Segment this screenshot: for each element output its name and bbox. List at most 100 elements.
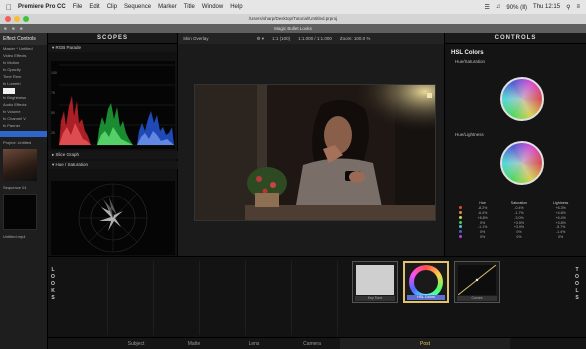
tool-preview	[356, 265, 394, 295]
plugin-title: Magic Bullet Looks	[274, 26, 312, 31]
zoom-button[interactable]	[23, 16, 29, 22]
menu-bar:  Premiere Pro CC File Edit Clip Sequenc…	[0, 0, 586, 14]
hsl-section-title: HSL Colors	[451, 50, 484, 56]
color-dot	[458, 225, 462, 229]
curves-icon	[458, 265, 496, 295]
overlay-mode[interactable]: Skin Overlay	[183, 33, 209, 44]
looks-drawer-tab[interactable]: LOOKS	[50, 267, 56, 302]
sat-value[interactable]: 0%	[498, 234, 541, 239]
battery-status[interactable]: 90% (Ⅱ)	[506, 4, 527, 11]
tool-slot[interactable]	[200, 261, 246, 335]
tab-subject[interactable]: Subject	[108, 338, 164, 349]
color-dot	[458, 230, 462, 234]
effect-row[interactable]: fx Opacity	[0, 66, 47, 73]
lamp	[427, 93, 432, 98]
hsl-colors-tool[interactable]: HSL Colors	[403, 261, 449, 303]
wheel-label-1: Hue/Saturation	[455, 59, 486, 64]
list-icon[interactable]: ≡	[576, 4, 580, 10]
table-row[interactable]: 0% 0% 0%	[453, 234, 581, 239]
wheel-label-2: Hue/Lightness	[455, 132, 484, 137]
clock[interactable]: Thu 12:15	[533, 4, 560, 10]
tool-card-label: HSL Colors	[407, 295, 445, 300]
controls-title: CONTROLS	[445, 33, 586, 44]
menu-edit[interactable]: Edit	[89, 4, 99, 10]
hue-value[interactable]: 0%	[468, 234, 498, 239]
menu-status: ☰ ♫ 90% (Ⅱ) Thu 12:15 ⚲ ≡	[485, 0, 580, 14]
hue-sat-label: Hue / Saturation	[55, 162, 89, 167]
app-name[interactable]: Premiere Pro CC	[18, 4, 66, 10]
viewer-zoom[interactable]: Zoom: 100.0 %	[340, 33, 371, 44]
menu-help[interactable]: Help	[230, 4, 242, 10]
color-dot	[458, 234, 462, 238]
menu-title[interactable]: Title	[184, 4, 195, 10]
rgb-parade-scope: 100 75 50 25	[51, 61, 175, 149]
viewer-info-1: 1:1 (100)	[272, 36, 291, 41]
tool-slot[interactable]	[108, 261, 154, 335]
hue-lightness-wheel[interactable]	[500, 141, 544, 185]
tool-category-tabs: Subject Matte Lens Camera Post	[48, 337, 586, 349]
window-title-bar: /Users/sharp/Desktop/Tutorial/Untitled.p…	[0, 14, 586, 24]
effect-row[interactable]: fx Brightness	[0, 94, 47, 101]
apple-icon[interactable]: 	[6, 3, 12, 12]
menu-window[interactable]: Window	[202, 4, 223, 10]
light-value[interactable]: 0%	[540, 234, 581, 239]
hue-saturation-wheel[interactable]	[500, 77, 544, 121]
curves-tool[interactable]: Curves	[454, 261, 500, 303]
media-label: Sequence 01	[3, 185, 27, 190]
scopes-panel: SCOPES ▾ RGB Parade 100 75 50 25 ▸ Slice…	[48, 33, 178, 256]
wifi-icon[interactable]: ☰	[485, 4, 490, 11]
toolbar-icons[interactable]: ■ ■ ■	[4, 24, 25, 33]
effect-row[interactable]: fx Volume	[0, 108, 47, 115]
search-icon[interactable]: ⚲	[566, 4, 570, 11]
slice-graph-header[interactable]: ▸ Slice Graph	[48, 151, 178, 159]
tool-card-label: Key Tone	[355, 296, 395, 301]
menu-file[interactable]: File	[73, 4, 83, 10]
video-frame[interactable]	[194, 84, 436, 221]
media-thumbnail-2[interactable]	[3, 194, 37, 230]
hsl-values-table: Hue Saturation Lightness -8.2% -0.4% +6.3%…	[453, 201, 581, 239]
tab-lens[interactable]: Lens	[224, 338, 284, 349]
vectorscope	[51, 181, 175, 255]
minimize-button[interactable]	[14, 16, 20, 22]
effect-row[interactable]: Time Rem	[0, 73, 47, 80]
tools-drawer-tab[interactable]: TOOLS	[574, 267, 580, 302]
hue-sat-header[interactable]: ▾ Hue / Saturation	[48, 161, 178, 169]
volume-icon[interactable]: ♫	[496, 4, 501, 10]
controls-panel: CONTROLS HSL Colors Hue/Saturation Hue/L…	[444, 33, 586, 256]
menu-clip[interactable]: Clip	[107, 4, 117, 10]
tool-chain-strip: LOOKS TOOLS Key Tone HSL Colors Curves S…	[48, 256, 586, 349]
tool-slot[interactable]	[62, 261, 108, 335]
settings-gear-icon[interactable]: ⚙ ▾	[257, 33, 265, 44]
rgb-parade-header[interactable]: ▾ RGB Parade	[48, 44, 177, 52]
menu-sequence[interactable]: Sequence	[124, 4, 151, 10]
effect-row[interactable]: Master * Untitled	[0, 45, 47, 52]
media-label-2: Untitled.mp4	[3, 234, 26, 239]
project-label[interactable]: Project: Untitled	[0, 139, 47, 146]
tab-post[interactable]: Post	[340, 338, 510, 349]
tab-camera[interactable]: Camera	[284, 338, 340, 349]
key-tone-tool[interactable]: Key Tone	[352, 261, 398, 303]
rgb-parade-label: RGB Parade	[55, 45, 82, 50]
effect-row[interactable]: fx Lumetri	[0, 80, 47, 87]
tool-slot[interactable]	[154, 261, 200, 335]
close-button[interactable]	[5, 16, 11, 22]
panel-header[interactable]: Effect Controls	[0, 33, 47, 45]
effect-row[interactable]: fx Motion	[0, 59, 47, 66]
window-path: /Users/sharp/Desktop/Tutorial/Untitled.p…	[248, 16, 338, 21]
y-tick: 100	[51, 71, 57, 75]
timeline-bar[interactable]	[0, 131, 47, 137]
menu-marker[interactable]: Marker	[158, 4, 177, 10]
plugin-title-bar: ■ ■ ■ Magic Bullet Looks	[0, 24, 586, 33]
effect-row[interactable]: fx Panner	[0, 122, 47, 129]
rgb-parade-graph	[59, 64, 175, 146]
media-thumbnail[interactable]	[3, 149, 37, 181]
effect-controls-panel: Effect Controls Master * Untitled Video …	[0, 33, 48, 349]
tab-matte[interactable]: Matte	[164, 338, 224, 349]
effect-row[interactable]: fx Channel V	[0, 115, 47, 122]
tool-slot[interactable]	[292, 261, 338, 335]
viewer-toolbar: Skin Overlay ⚙ ▾ 1:1 (100) 1:1.000 / 1:1…	[178, 33, 444, 44]
y-tick: 75	[51, 91, 55, 95]
video-image	[195, 85, 435, 220]
hsl-ring-icon	[409, 265, 443, 299]
tool-slot[interactable]	[246, 261, 292, 335]
